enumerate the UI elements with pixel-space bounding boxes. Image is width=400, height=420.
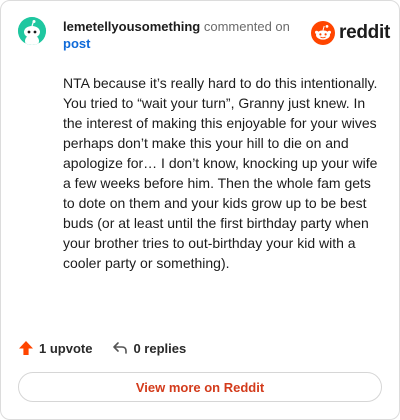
comment-actions: 1 upvote 0 replies bbox=[18, 339, 186, 357]
upvote-button[interactable]: 1 upvote bbox=[18, 340, 92, 356]
username-link[interactable]: lemetellyousomething bbox=[63, 19, 200, 34]
reddit-wordmark: reddit bbox=[339, 22, 390, 43]
upvote-arrow-icon bbox=[19, 341, 33, 355]
view-more-button[interactable]: View more on Reddit bbox=[18, 372, 382, 402]
reddit-logo[interactable]: reddit bbox=[311, 20, 390, 46]
comment-header: lemetellyousomething commented on post bbox=[63, 18, 293, 52]
reply-arrow-icon bbox=[113, 342, 128, 354]
post-link[interactable]: post bbox=[63, 35, 90, 52]
reddit-logo-icon bbox=[311, 21, 335, 45]
user-avatar[interactable] bbox=[18, 17, 46, 45]
replies-count: 0 replies bbox=[133, 340, 187, 356]
commented-on-text: commented on bbox=[203, 19, 290, 34]
upvote-count: 1 upvote bbox=[39, 340, 93, 356]
comment-embed-card: lemetellyousomething commented on post r… bbox=[0, 0, 400, 420]
reddit-snoo-avatar-icon bbox=[18, 17, 46, 45]
replies-button[interactable]: 0 replies bbox=[112, 340, 186, 356]
comment-body: NTA because it’s really hard to do this … bbox=[63, 75, 378, 271]
